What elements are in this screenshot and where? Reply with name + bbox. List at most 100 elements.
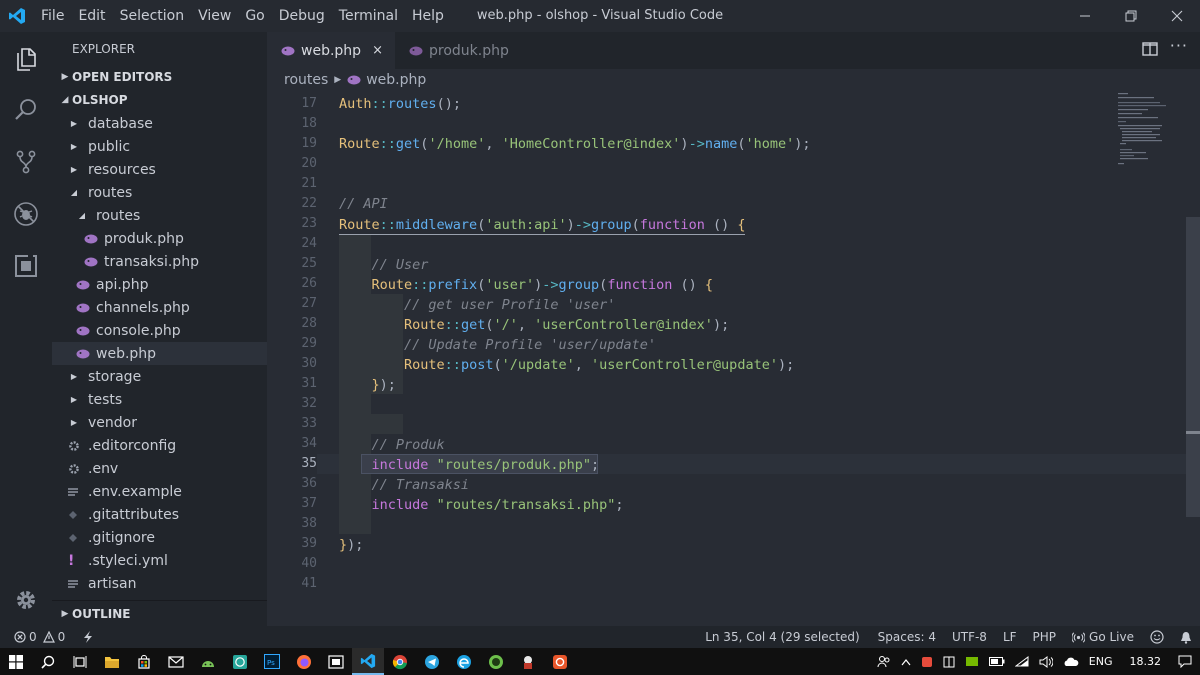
code-line[interactable]: // User (339, 255, 1099, 275)
code-editor[interactable]: 17 18 19 20 21 22 23 24 25 26 27 28 29 30 31 32 33 34 35 36… (267, 91, 1200, 626)
taskbar-chrome[interactable] (384, 648, 416, 675)
notifications-bell-icon[interactable] (1180, 631, 1192, 644)
extensions-activity-button[interactable] (0, 240, 52, 292)
eol-setting[interactable]: LF (1003, 630, 1017, 644)
tree-item[interactable]: console.php (52, 319, 267, 342)
menu-file[interactable]: File (34, 0, 71, 32)
taskbar-app-orange[interactable] (544, 648, 576, 675)
code-line[interactable]: }); (339, 375, 1099, 395)
code-line[interactable]: Route::get('/', 'userController@index'); (339, 315, 1099, 335)
breadcrumb-file[interactable]: web.php (366, 72, 426, 88)
vertical-scrollbar[interactable] (1186, 91, 1200, 626)
tree-item[interactable]: ▶ database (52, 112, 267, 135)
code-line[interactable]: Route::middleware('auth:api')->group(fun… (339, 215, 745, 235)
taskbar-firefox[interactable] (288, 648, 320, 675)
code-line[interactable] (339, 415, 1099, 435)
code-line[interactable]: Route::get('/home', 'HomeController@inde… (339, 134, 1099, 154)
encoding-setting[interactable]: UTF-8 (952, 630, 987, 644)
scrollbar-thumb[interactable] (1186, 217, 1200, 517)
code-line[interactable]: // Transaksi (339, 475, 1099, 495)
source-control-activity-button[interactable] (0, 136, 52, 188)
tree-item[interactable]: ▶ public (52, 135, 267, 158)
taskbar-whatsapp[interactable] (224, 648, 256, 675)
action-center-icon[interactable] (1178, 655, 1192, 668)
chevron-up-icon[interactable] (901, 658, 911, 666)
volume-icon[interactable] (1039, 655, 1053, 668)
feedback-icon[interactable] (1150, 630, 1164, 644)
tree-item[interactable]: produk.php (52, 227, 267, 250)
lightning-icon[interactable] (83, 631, 93, 643)
tree-item[interactable]: ▶ storage (52, 365, 267, 388)
code-line[interactable]: // Update Profile 'user/update' (339, 335, 1099, 355)
tree-item[interactable]: ▶ resources (52, 158, 267, 181)
people-icon[interactable] (877, 655, 891, 668)
code-line[interactable]: include "routes/produk.php"; (339, 455, 1099, 475)
tree-item[interactable]: ▶ vendor (52, 411, 267, 434)
taskbar-mail[interactable] (160, 648, 192, 675)
more-actions-icon[interactable]: ··· (1170, 36, 1188, 55)
code-line[interactable] (339, 555, 1099, 575)
input-language[interactable]: ENG (1089, 655, 1113, 668)
tree-item[interactable]: .gitignore (52, 526, 267, 549)
restore-button[interactable] (1108, 0, 1154, 32)
code-line[interactable] (339, 174, 1099, 194)
task-view-button[interactable] (64, 648, 96, 675)
manage-activity-button[interactable] (0, 574, 52, 626)
tree-item[interactable]: api.php (52, 273, 267, 296)
tab-produk-php[interactable]: produk.php (395, 32, 523, 69)
close-window-button[interactable] (1154, 0, 1200, 32)
code-line[interactable]: Auth::routes(); (339, 94, 1099, 114)
tree-item[interactable]: web.php (52, 342, 267, 365)
clock[interactable]: 18.32 (1130, 655, 1162, 668)
battery-icon[interactable] (988, 657, 1005, 666)
taskbar-android-studio[interactable] (192, 648, 224, 675)
go-live-button[interactable]: Go Live (1072, 630, 1134, 644)
menu-terminal[interactable]: Terminal (332, 0, 405, 32)
taskbar-app-green[interactable] (480, 648, 512, 675)
open-editors-section[interactable]: ▶ OPEN EDITORS (52, 66, 267, 89)
menu-edit[interactable]: Edit (71, 0, 112, 32)
language-mode[interactable]: PHP (1033, 630, 1057, 644)
onedrive-icon[interactable] (1063, 657, 1079, 667)
cursor-position[interactable]: Ln 35, Col 4 (29 selected) (705, 630, 859, 644)
taskbar-edge[interactable] (448, 648, 480, 675)
tree-item[interactable]: artisan (52, 572, 267, 595)
code-line[interactable] (339, 154, 1099, 174)
taskbar-store[interactable] (128, 648, 160, 675)
minimize-button[interactable] (1062, 0, 1108, 32)
tree-item[interactable]: .gitattributes (52, 503, 267, 526)
tree-item[interactable]: ◢ routes (52, 181, 267, 204)
code-line[interactable]: Route::post('/update', 'userController@u… (339, 355, 1099, 375)
code-line[interactable]: include "routes/transaksi.php"; (339, 495, 1099, 515)
taskbar-search-button[interactable] (32, 648, 64, 675)
wifi-icon[interactable] (1014, 656, 1029, 667)
code-line[interactable] (339, 575, 1099, 595)
code-line[interactable]: // get user Profile 'user' (339, 295, 1099, 315)
menu-help[interactable]: Help (405, 0, 451, 32)
explorer-activity-button[interactable] (0, 32, 52, 84)
outline-section[interactable]: ▶ OUTLINE (52, 600, 267, 626)
taskbar-media-app[interactable] (320, 648, 352, 675)
indentation-setting[interactable]: Spaces: 4 (878, 630, 936, 644)
nvidia-icon[interactable] (965, 656, 979, 667)
tree-item[interactable]: .editorconfig (52, 434, 267, 457)
tree-item[interactable]: .env.example (52, 480, 267, 503)
tray-app-red-icon[interactable] (921, 656, 933, 668)
code-line[interactable]: }); (339, 535, 1099, 555)
tray-app-grid-icon[interactable] (943, 656, 955, 668)
taskbar-telegram[interactable] (416, 648, 448, 675)
tree-item[interactable]: transaksi.php (52, 250, 267, 273)
code-line[interactable]: Route::prefix('user')->group(function ()… (339, 275, 1099, 295)
tree-item[interactable]: ! .styleci.yml (52, 549, 267, 572)
tree-item[interactable]: ▶ tests (52, 388, 267, 411)
code-line[interactable] (339, 235, 1099, 255)
minimap[interactable] (1114, 91, 1178, 171)
menu-debug[interactable]: Debug (272, 0, 332, 32)
taskbar-file-explorer[interactable] (96, 648, 128, 675)
tab-web-php[interactable]: web.php × (267, 32, 395, 69)
taskbar-app-doll[interactable] (512, 648, 544, 675)
menu-view[interactable]: View (191, 0, 238, 32)
problems-indicator[interactable]: 0 0 (14, 630, 65, 644)
taskbar-photoshop[interactable]: Ps (256, 648, 288, 675)
tree-item[interactable]: .env (52, 457, 267, 480)
